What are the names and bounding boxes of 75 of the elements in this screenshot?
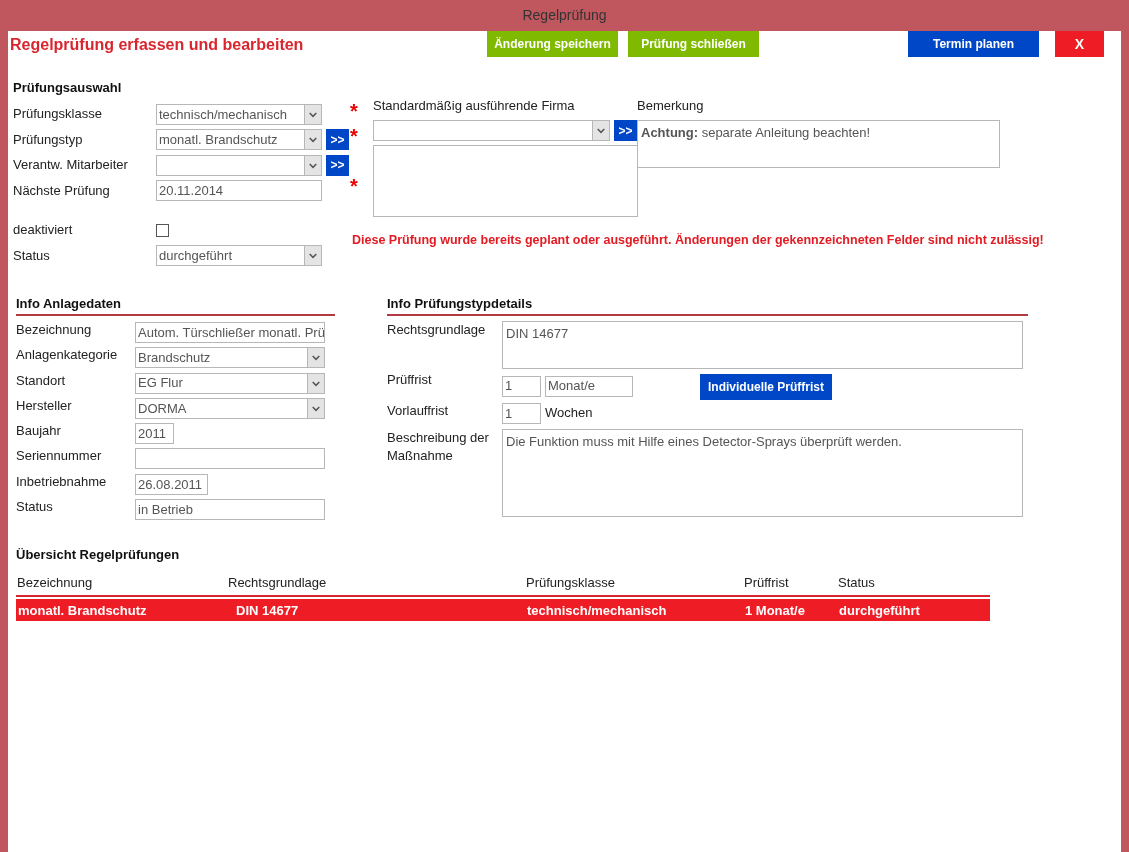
dropdown[interactable]: technisch/mechanisch [156,103,322,125]
field-label: Inbetriebnahme [16,472,108,491]
text-area[interactable]: DIN 14677 [502,321,1023,369]
more-button[interactable]: >> [614,120,637,141]
field-label: Prüffrist [387,371,433,389]
input-field[interactable]: 26.08.2011 [135,473,208,495]
table-cell-text: technisch/mechanisch [527,601,668,620]
more-button[interactable]: >> [326,154,349,176]
field-label: Hersteller [16,396,73,415]
chevron-down-icon[interactable] [304,155,321,175]
dropdown[interactable]: EG Flur [135,372,325,394]
field-label: Prüfungsklasse [13,105,103,124]
table-cell-text: durchgeführt [839,601,921,620]
input-field[interactable]: 1 [502,375,541,397]
input-field[interactable]: Autom. Türschließer monatl. Prü [135,322,325,343]
field-label: Vorlauffrist [387,402,450,420]
input-field[interactable]: 2011 [135,423,174,445]
table-cell-text: DIN 14677 [235,601,300,620]
field-label: deaktiviert [13,221,74,240]
chevron-down-icon[interactable] [304,104,321,124]
close-button[interactable]: X [1055,31,1104,57]
text-area[interactable]: Die Funktion muss mit Hilfe eines Detector-Sprays überprüft werden. [502,429,1023,518]
column-header: Rechtsgrundlage [228,573,328,592]
section-heading: Info Prüfungstypdetails [387,293,1028,316]
input-field[interactable]: 20.11.2014 [156,180,322,202]
chevron-down-icon[interactable] [307,373,324,393]
checkbox[interactable] [156,223,169,237]
field-label: Baujahr [16,422,62,441]
field-label: Bemerkung [637,97,705,115]
page-title: Regelprüfung erfassen und bearbeiten [10,35,305,55]
chevron-down-icon[interactable] [307,398,324,418]
dropdown[interactable]: Brandschutz [135,347,325,369]
section-heading: Prüfungsauswahl [13,79,123,97]
field-label: Anlagenkategorie [16,346,119,365]
required-marker: * [350,125,359,140]
column-header: Bezeichnung [17,573,94,592]
unit-label: Wochen [545,404,593,422]
warning-message: Diese Prüfung wurde bereits geplant oder ausgeführt. Änderungen der gekennzeichneten Felder sind nicht zulässig! [352,232,1044,249]
input-field[interactable]: in Betrieb [135,499,325,521]
table-cell-text: 1 Monat/e [745,601,806,620]
field-label: Prüfungstyp [13,130,84,149]
required-marker: * [350,101,359,115]
field-label: Status [13,246,51,265]
table-row[interactable]: monatl. Brandschutz DIN 14677 technisch/mechanisch 1 Monat/e durchgeführt [16,599,990,622]
column-header: Prüffrist [744,573,790,592]
field-label: Nächste Prüfung [13,181,111,200]
section-heading: Übersicht Regelprüfungen [16,546,181,565]
section-heading: Info Anlagedaten [16,293,335,316]
window-title: Regelprüfung [522,6,607,25]
dropdown[interactable]: durchgeführt [156,245,322,267]
column-header: Prüfungsklasse [526,573,616,592]
input-field[interactable]: 1 [502,403,541,424]
dropdown[interactable]: monatl. Brandschutz [156,129,322,151]
chevron-down-icon[interactable] [592,121,609,140]
field-label: Rechtsgrundlage [387,321,487,339]
chevron-down-icon[interactable] [307,348,324,368]
schedule-button[interactable]: Termin planen [908,31,1039,57]
column-header: Status [838,573,876,592]
custom-period-button[interactable]: Individuelle Prüffrist [700,374,832,400]
field-label: Beschreibung der Maßnahme [387,429,490,466]
input-field[interactable] [135,448,325,470]
dropdown[interactable]: DORMA [135,397,325,419]
field-label: Status [16,498,54,517]
chevron-down-icon[interactable] [304,130,321,150]
field-label: Standort [16,371,67,390]
chevron-down-icon[interactable] [304,246,321,266]
field-label: Bezeichnung [16,321,93,339]
remark-area[interactable]: Achtung: separate Anleitung beachten! [637,120,1000,168]
input-field[interactable]: Monat/e [545,375,633,397]
required-marker: * [350,176,359,190]
field-label: Seriennummer [16,447,103,466]
field-label: Standardmäßig ausführende Firma [373,97,575,115]
table-cell-text: monatl. Brandschutz [18,601,148,620]
field-label: Verantw. Mitarbeiter [13,156,129,175]
more-button[interactable]: >> [326,129,349,151]
